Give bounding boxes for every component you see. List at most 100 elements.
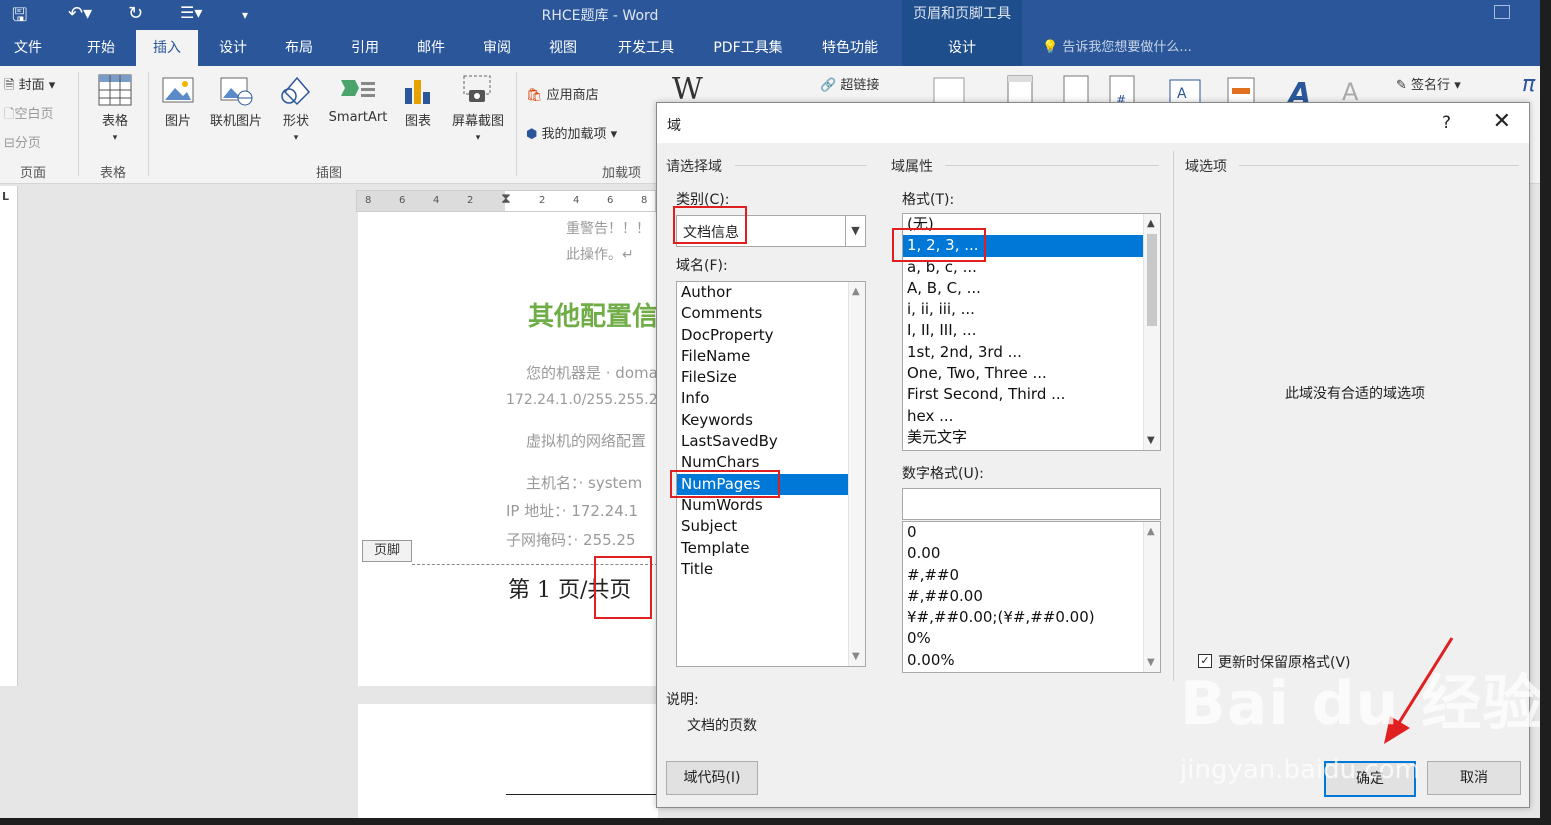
section-divider [735,165,867,166]
screenshot-button[interactable]: 屏幕截图 ▾ [446,74,510,144]
list-item[interactable]: First Second, Third ... [903,384,1160,405]
number-format-input[interactable] [902,488,1161,520]
tell-me-box[interactable]: 💡 告诉我您想要做什么... [1042,30,1192,66]
my-addins-button[interactable]: ⬢ 我的加载项 ▾ [526,123,617,142]
cancel-button[interactable]: 取消 [1427,761,1521,795]
doc-paragraph: 子网掩码：· 255.25 [506,531,636,549]
vertical-ruler: L [0,186,18,686]
scroll-thumb[interactable] [1147,234,1157,326]
list-item[interactable]: Template [677,538,865,559]
tab-file[interactable]: 文件 [0,30,56,66]
list-item[interactable]: Keywords [677,410,865,431]
scrollbar[interactable]: ▲ ▼ [848,282,865,666]
hyperlink-label: 超链接 [840,78,880,93]
scrollbar[interactable]: ▲ ▼ [1143,214,1160,450]
restore-icon[interactable] [1494,5,1510,19]
list-item[interactable]: LastSavedBy [677,431,865,452]
addins-group-label: 加载项 [602,166,642,181]
svg-text:A: A [1177,86,1187,102]
field-codes-button[interactable]: 域代码(I) [666,761,758,795]
list-item[interactable]: 0% [903,628,1160,649]
page-break-button[interactable]: ⊟分页 [4,132,41,151]
scroll-down-icon[interactable]: ▼ [1147,657,1155,668]
table-label: 表格 [101,114,128,129]
blank-page-button[interactable]: 🗋空白页 [4,103,53,127]
list-item[interactable]: Title [677,559,865,580]
chevron-down-icon[interactable]: ▼ [845,216,865,246]
list-item[interactable]: NumWords [677,495,865,516]
scroll-down-icon[interactable]: ▼ [852,651,860,662]
tab-review[interactable]: 审阅 [466,30,528,66]
list-item[interactable]: 0.00 [903,543,1160,564]
list-item[interactable]: i, ii, iii, ... [903,299,1160,320]
ruler-number: 2 [467,195,474,206]
number-format-list[interactable]: 0 0.00 #,##0 #,##0.00 ¥#,##0.00;(¥#,##0.… [902,521,1161,673]
list-item[interactable]: #,##0.00 [903,586,1160,607]
cover-button[interactable]: 🗎 封面 ▾ [4,74,55,98]
tab-view[interactable]: 视图 [532,30,594,66]
list-item[interactable]: A, B, C, ... [903,278,1160,299]
list-item[interactable]: 1st, 2nd, 3rd ... [903,342,1160,363]
list-item[interactable]: Author [677,282,865,303]
tab-developer[interactable]: 开发工具 [606,30,686,66]
list-item[interactable]: Comments [677,303,865,324]
list-item[interactable]: 0.00% [903,650,1160,671]
scroll-up-icon[interactable]: ▲ [1147,526,1155,537]
lightbulb-icon: 💡 [1042,40,1063,55]
list-item[interactable]: 美元文字 [903,427,1160,448]
indent-marker-icon[interactable]: ⧗ [501,191,511,207]
picture-button[interactable]: 图片 [158,74,198,129]
list-item[interactable]: #,##0 [903,565,1160,586]
tab-header-footer-design[interactable]: 设计 [902,30,1022,66]
cover-icon: 🗎 [4,78,15,93]
doc-paragraph: IP 地址：· 172.24.1 [506,502,639,520]
tab-special[interactable]: 特色功能 [810,30,890,66]
list-item[interactable]: I, II, III, ... [903,320,1160,341]
scroll-up-icon[interactable]: ▲ [1147,218,1155,229]
tab-insert[interactable]: 插入 [136,30,198,66]
equation-button[interactable]: π [1522,72,1535,97]
tab-mailings[interactable]: 邮件 [400,30,462,66]
footer-tag: 页脚 [362,540,412,562]
list-item[interactable]: FileSize [677,367,865,388]
list-item[interactable]: ¥#,##0.00;(¥#,##0.00) [903,607,1160,628]
shapes-icon [281,76,311,106]
help-icon[interactable]: ? [1442,113,1451,133]
store-button[interactable]: 🛍 应用商店 [526,84,599,103]
tab-design[interactable]: 设计 [202,30,264,66]
close-icon[interactable]: ✕ [1493,109,1511,134]
scroll-up-icon[interactable]: ▲ [852,286,860,297]
page-break-icon: ⊟ [4,136,15,151]
blank-page-icon: 🗋 [4,107,15,122]
chart-button[interactable]: 图表 [398,74,438,129]
list-item[interactable]: One, Two, Three ... [903,363,1160,384]
ruler-number: 4 [573,195,580,206]
hyperlink-button[interactable]: 🔗 超链接 [820,74,879,93]
list-item[interactable]: DocProperty [677,325,865,346]
context-tools-title: 页眉和页脚工具 [902,0,1022,30]
pages-group-label: 页面 [20,166,47,181]
table-button[interactable]: 表格 ▾ [90,74,140,144]
description-label: 说明: [666,692,699,708]
tab-layout[interactable]: 布局 [268,30,330,66]
tab-home[interactable]: 开始 [70,30,132,66]
watermark-text: Bai du 经验 [1180,669,1544,739]
document-page-2[interactable] [358,704,658,825]
smartart-button[interactable]: SmartArt [322,74,394,125]
document-page[interactable]: 重警告！！！ 此操作。↵ 其他配置信 您的机器是 · doma 172.24.1… [358,212,667,686]
list-item[interactable]: FileName [677,346,865,367]
tab-references[interactable]: 引用 [334,30,396,66]
tab-pdf-tools[interactable]: PDF工具集 [700,30,796,66]
list-item[interactable]: Subject [677,516,865,537]
tab-selector-icon[interactable]: L [2,190,9,203]
list-item[interactable]: hex ... [903,406,1160,427]
list-item[interactable]: Info [677,388,865,409]
format-label: 格式(T): [902,192,955,208]
shapes-button[interactable]: 形状 ▾ [276,74,316,144]
scroll-down-icon[interactable]: ▼ [1147,435,1155,446]
list-item[interactable]: 0 [903,522,1160,543]
scrollbar[interactable]: ▲ ▼ [1143,522,1160,672]
online-picture-button[interactable]: 联机图片 [204,74,268,129]
section-divider [1239,165,1519,166]
signature-line-button[interactable]: ✎ 签名行 ▾ [1396,74,1461,93]
